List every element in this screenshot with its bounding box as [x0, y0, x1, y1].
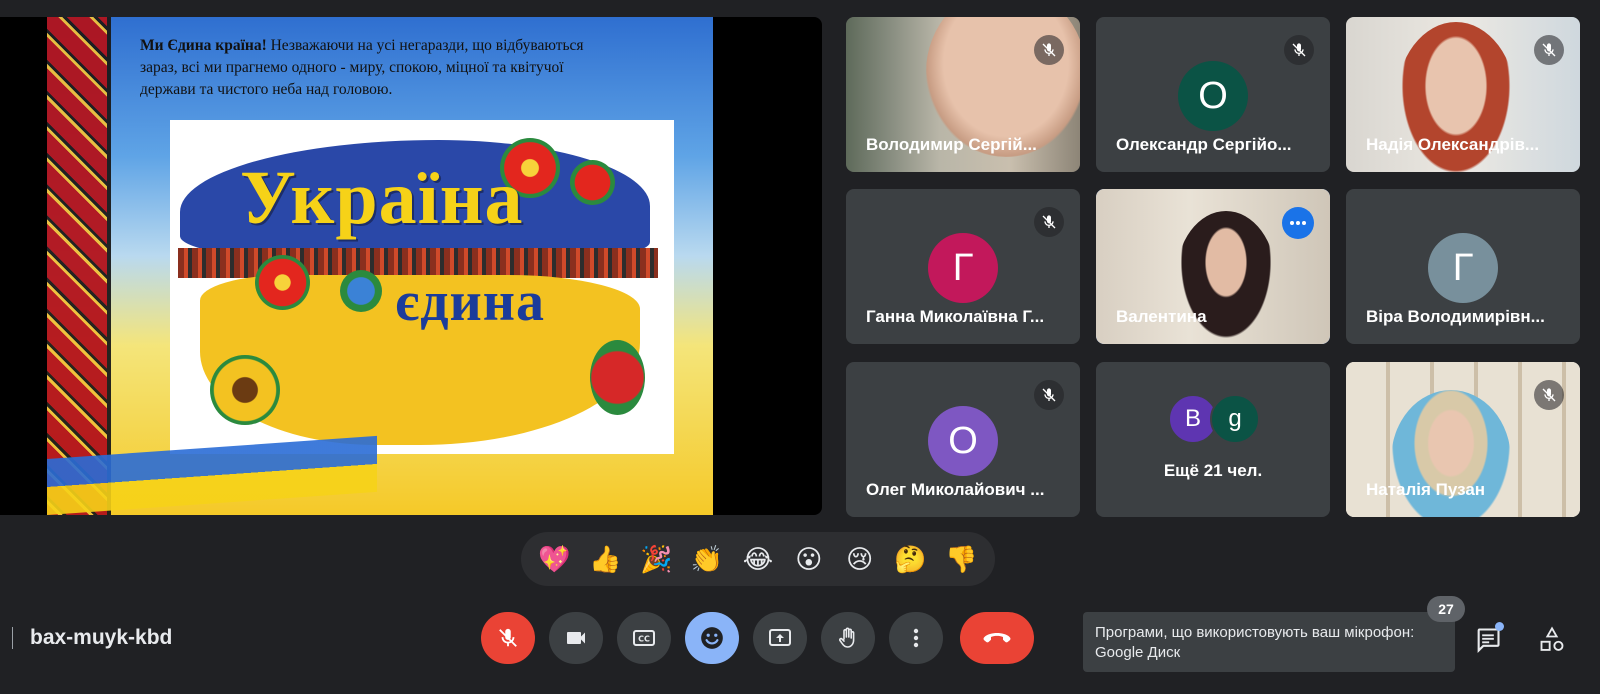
more-vert-icon [913, 628, 919, 648]
participant-tile-active[interactable]: Валентина [1096, 189, 1330, 344]
presentation-slide: Ми Єдина країна! Незважаючи на усі негар… [47, 17, 713, 515]
reaction-party-popper[interactable]: 🎉 [634, 537, 678, 581]
tooltip-line-2: Google Диск [1095, 644, 1181, 661]
camera-toggle-button[interactable] [549, 612, 603, 664]
present-screen-icon [768, 626, 792, 650]
reactions-bar: 💖 👍 🎉 👏 😂 😮 😢 🤔 👎 [521, 532, 995, 586]
mic-off-icon [1284, 35, 1314, 65]
mic-off-icon [1534, 380, 1564, 410]
avatar: Г [1428, 233, 1498, 303]
participant-tile[interactable]: Володимир Сергій... [846, 17, 1080, 172]
hand-icon [836, 626, 860, 650]
reaction-thumbs-down[interactable]: 👎 [939, 537, 983, 581]
more-participants-label: Ещё 21 чел. [1163, 461, 1263, 480]
participant-count-badge: 27 [1427, 596, 1465, 622]
mic-toggle-button[interactable] [481, 612, 535, 664]
leave-call-button[interactable] [960, 612, 1034, 664]
closed-captions-icon: CC [632, 626, 656, 650]
mic-off-icon [1034, 207, 1064, 237]
video-camera-icon [564, 626, 588, 650]
notification-dot [1495, 622, 1504, 631]
participant-name: Надія Олександрів... [1366, 135, 1540, 154]
more-participants-tile[interactable]: B g Ещё 21 чел. [1096, 362, 1330, 517]
activities-shapes-icon [1538, 626, 1566, 654]
more-options-button[interactable] [889, 612, 943, 664]
avatar: О [1178, 61, 1248, 131]
presentation-view[interactable]: Ми Єдина країна! Незважаючи на усі негар… [0, 17, 822, 515]
mic-usage-tooltip: Програми, що використовують ваш мікрофон… [1083, 612, 1455, 672]
participant-tile[interactable]: О Олег Миколайович ... [846, 362, 1080, 517]
meeting-code: bax-muyk-kbd [30, 626, 173, 649]
reactions-button[interactable] [685, 612, 739, 664]
present-screen-button[interactable] [753, 612, 807, 664]
participant-name: Валентина [1116, 307, 1207, 326]
smiley-icon [699, 625, 725, 651]
chat-button[interactable] [1468, 620, 1508, 660]
reaction-thumbs-up[interactable]: 👍 [583, 537, 627, 581]
reaction-thinking[interactable]: 🤔 [889, 537, 933, 581]
participant-tile[interactable]: Наталія Пузан [1346, 362, 1580, 517]
reaction-tears-of-joy[interactable]: 😂 [736, 537, 780, 581]
reaction-crying[interactable]: 😢 [838, 537, 882, 581]
hang-up-icon [982, 630, 1012, 646]
svg-text:CC: CC [638, 635, 650, 644]
activities-button[interactable] [1532, 620, 1572, 660]
avatar: О [928, 406, 998, 476]
more-options-icon[interactable] [1282, 207, 1314, 239]
reaction-sparkling-heart[interactable]: 💖 [532, 537, 576, 581]
tooltip-line-1: Програми, що використовують ваш мікрофон… [1095, 624, 1415, 641]
participant-tile[interactable]: Надія Олександрів... [1346, 17, 1580, 172]
embroidery-ornament [47, 17, 111, 515]
mic-off-icon [1034, 380, 1064, 410]
avatar: g [1210, 394, 1260, 444]
participant-name: Ганна Миколаївна Г... [866, 307, 1045, 326]
mic-off-icon [1034, 35, 1064, 65]
divider [12, 627, 13, 649]
mic-off-icon [497, 627, 519, 649]
reaction-clapping[interactable]: 👏 [685, 537, 729, 581]
slide-title-word2: єдина [395, 271, 546, 333]
participant-tile[interactable]: Г Віра Володимирівн... [1346, 189, 1580, 344]
participant-name: Олег Миколайович ... [866, 480, 1045, 499]
participant-name: Наталія Пузан [1366, 480, 1486, 499]
avatar: Г [928, 233, 998, 303]
captions-button[interactable]: CC [617, 612, 671, 664]
raise-hand-button[interactable] [821, 612, 875, 664]
participant-name: Володимир Сергій... [866, 135, 1037, 154]
ukraine-map-card: Україна єдина [170, 120, 674, 454]
participant-name: Віра Володимирівн... [1366, 307, 1545, 326]
slide-title-word1: Україна [240, 156, 524, 240]
slide-caption: Ми Єдина країна! Незважаючи на усі негар… [140, 37, 584, 98]
participant-name: Олександр Сергійо... [1116, 135, 1292, 154]
participant-tile[interactable]: Г Ганна Миколаївна Г... [846, 189, 1080, 344]
participant-tile[interactable]: О Олександр Сергійо... [1096, 17, 1330, 172]
reaction-surprised[interactable]: 😮 [787, 537, 831, 581]
mic-off-icon [1534, 35, 1564, 65]
